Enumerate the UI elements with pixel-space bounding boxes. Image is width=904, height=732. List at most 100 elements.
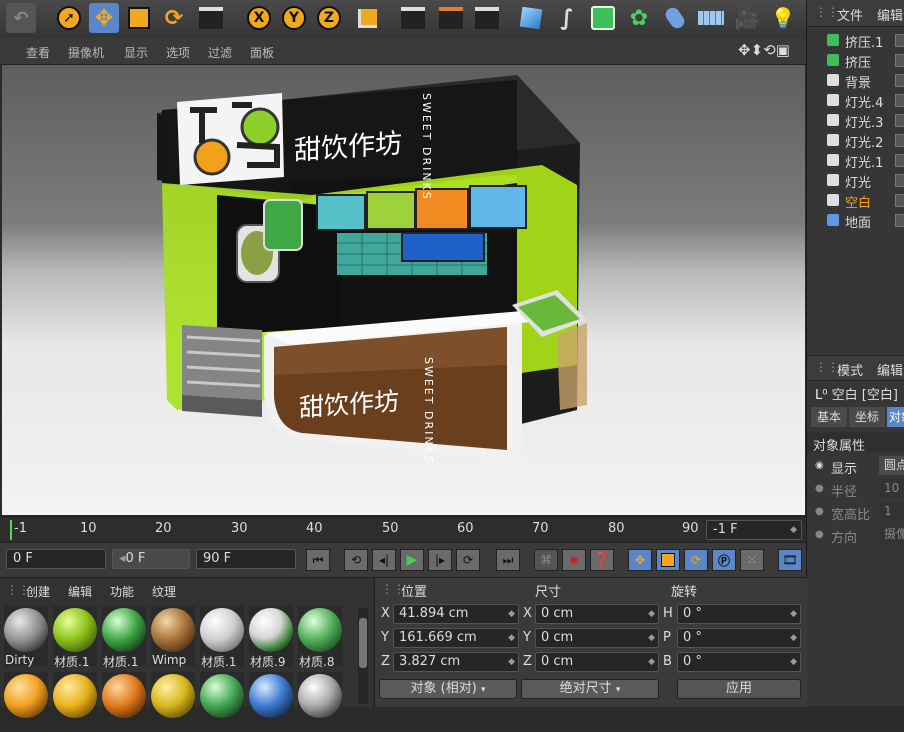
radio-icon[interactable]: ● [815, 483, 824, 494]
3d-viewport[interactable]: 甜饮作坊 SWEET DRINKS 甜饮作坊 SWEET DRINKS [2, 65, 805, 515]
key-parameter-button[interactable]: Ⓟ [712, 549, 736, 571]
menu-display[interactable]: 显示 [124, 44, 148, 61]
visibility-toggle[interactable] [895, 174, 904, 187]
scroll-thumb[interactable] [359, 618, 367, 668]
playhead[interactable] [10, 520, 12, 540]
object-item[interactable]: 挤压.1 [807, 30, 904, 51]
size-mode-dropdown[interactable]: 绝对尺寸 ▾ [521, 679, 659, 699]
object-item[interactable]: 灯光.4 [807, 90, 904, 111]
position-field[interactable]: 41.894 cm ◆ [393, 604, 519, 624]
timeline[interactable]: -1 10 20 30 40 50 60 70 80 90 -1 F ◆ [0, 516, 806, 543]
objects-menu-edit[interactable]: 编辑 [877, 5, 903, 24]
material-scrollbar[interactable] [358, 608, 368, 704]
attribute-value-field[interactable]: 摄像 [879, 525, 904, 544]
render-view-button[interactable] [398, 3, 428, 33]
floor-button[interactable] [696, 3, 726, 33]
size-field[interactable]: 0 cm ◆ [535, 652, 659, 672]
next-key-button[interactable]: ⟳ [456, 549, 480, 571]
undo-button[interactable]: ↶ [6, 3, 36, 33]
menu-view[interactable]: 查看 [26, 44, 50, 61]
position-field[interactable]: 161.669 cm ◆ [393, 628, 519, 648]
end-frame-field[interactable]: 90 F [196, 549, 296, 569]
key-pla-button[interactable]: ⁙ [740, 549, 764, 571]
attributes-menu-mode[interactable]: 模式 [837, 360, 863, 379]
camera-button[interactable]: 🎥 [732, 3, 762, 33]
visibility-toggle[interactable] [895, 54, 904, 67]
attributes-menu-edit[interactable]: 编辑 [877, 360, 903, 379]
object-item[interactable]: 灯光 [807, 170, 904, 191]
preview-start-field[interactable]: ◂0 F [112, 549, 190, 569]
move-tool-button[interactable]: ✥ [89, 3, 119, 33]
object-item[interactable]: 挤压 [807, 50, 904, 71]
menu-camera[interactable]: 摄像机 [68, 44, 104, 61]
object-item[interactable]: 地面 [807, 210, 904, 231]
size-field[interactable]: 0 cm ◆ [535, 604, 659, 624]
visibility-toggle[interactable] [895, 94, 904, 107]
objects-menu-file[interactable]: 文件 [837, 5, 863, 24]
render-clapper-button[interactable] [196, 3, 226, 33]
attribute-value-field[interactable]: 10 [879, 479, 904, 498]
previous-frame-button[interactable]: ◂| [372, 549, 396, 571]
tab-object[interactable]: 对象 [887, 407, 904, 427]
x-axis-button[interactable]: X [244, 3, 274, 33]
object-item[interactable]: 灯光.1 [807, 150, 904, 171]
material-menu-function[interactable]: 功能 [110, 583, 134, 600]
play-button[interactable]: ▶ [400, 549, 424, 571]
object-item[interactable]: 空白 [807, 190, 904, 211]
key-rotation-button[interactable]: ⟳ [684, 549, 708, 571]
render-picture-viewer-button[interactable] [436, 3, 466, 33]
visibility-toggle[interactable] [895, 34, 904, 47]
menu-options[interactable]: 选项 [166, 44, 190, 61]
go-to-end-button[interactable]: ⏭ [496, 549, 520, 571]
coordinate-system-button[interactable] [352, 3, 382, 33]
object-item[interactable]: 灯光.2 [807, 130, 904, 151]
record-keys-button[interactable]: ⌘ [534, 549, 558, 571]
keyframe-help-button[interactable]: ❓ [590, 549, 614, 571]
radio-icon[interactable]: ● [815, 506, 824, 517]
mograph-button[interactable]: ✿ [624, 3, 654, 33]
attribute-value-field[interactable]: 1 [879, 502, 904, 521]
current-frame-field[interactable]: -1 F ◆ [706, 520, 802, 540]
start-frame-field[interactable]: 0 F [6, 549, 106, 569]
rotation-field[interactable]: 0 ° ◆ [677, 652, 801, 672]
previous-key-button[interactable]: ⟲ [344, 549, 368, 571]
z-axis-button[interactable]: Z [314, 3, 344, 33]
viewport-nav-icons[interactable]: ✥⬍⟲▣ [738, 41, 790, 59]
autokey-button[interactable]: ⏺ [562, 549, 586, 571]
radio-icon[interactable]: ◉ [815, 460, 824, 471]
visibility-toggle[interactable] [895, 194, 904, 207]
visibility-toggle[interactable] [895, 134, 904, 147]
menu-panel[interactable]: 面板 [250, 44, 274, 61]
apply-button[interactable]: 应用 [677, 679, 801, 699]
key-position-button[interactable]: ✥ [628, 549, 652, 571]
position-field[interactable]: 3.827 cm ◆ [393, 652, 519, 672]
deformer-button[interactable] [660, 3, 690, 33]
visibility-toggle[interactable] [895, 74, 904, 87]
material-menu-create[interactable]: 创建 [26, 583, 50, 600]
rotate-tool-button[interactable]: ⟳ [159, 3, 189, 33]
cube-button[interactable] [516, 3, 546, 33]
coordinate-mode-dropdown[interactable]: 对象 (相对) ▾ [379, 679, 517, 699]
render-settings-button[interactable] [472, 3, 502, 33]
attribute-value-field[interactable]: 圆点 [879, 456, 904, 475]
rotation-field[interactable]: 0 ° ◆ [677, 628, 801, 648]
spline-button[interactable]: ∫ [552, 3, 582, 33]
scale-tool-button[interactable] [124, 3, 154, 33]
y-axis-button[interactable]: Y [279, 3, 309, 33]
size-field[interactable]: 0 cm ◆ [535, 628, 659, 648]
radio-icon[interactable]: ● [815, 529, 824, 540]
material-menu-edit[interactable]: 编辑 [68, 583, 92, 600]
object-item[interactable]: 灯光.3 [807, 110, 904, 131]
object-item[interactable]: 背景 [807, 70, 904, 91]
key-scale-button[interactable] [656, 549, 680, 571]
light-button[interactable]: 💡 [768, 3, 798, 33]
material-menu-texture[interactable]: 纹理 [152, 583, 176, 600]
go-to-start-button[interactable]: ⏮ [306, 549, 330, 571]
menu-filter[interactable]: 过滤 [208, 44, 232, 61]
subdivision-button[interactable] [588, 3, 618, 33]
select-tool-button[interactable]: ➚ [54, 3, 84, 33]
tab-basic[interactable]: 基本 [811, 407, 847, 427]
tab-coord[interactable]: 坐标 [849, 407, 885, 427]
visibility-toggle[interactable] [895, 214, 904, 227]
visibility-toggle[interactable] [895, 114, 904, 127]
